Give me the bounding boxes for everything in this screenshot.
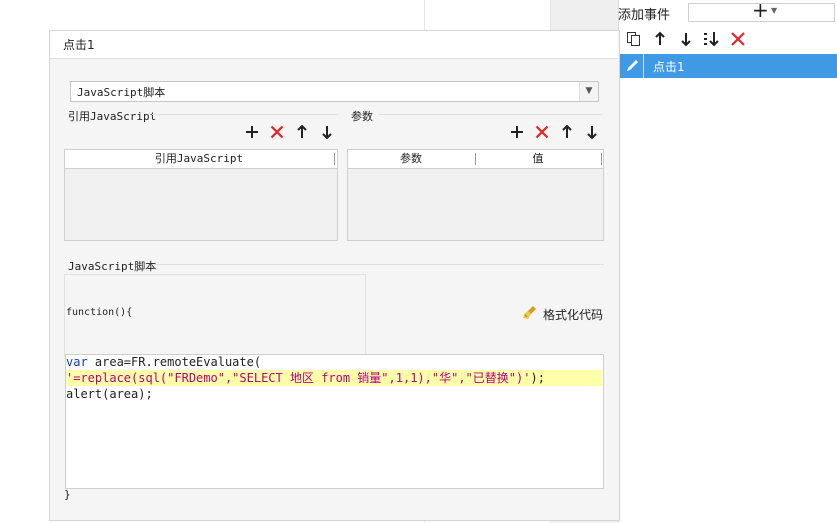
move-down-param-button[interactable] [584,125,600,143]
divider [152,264,604,265]
params-section-label: 参数 [351,110,373,123]
event-panel [618,0,837,523]
code-line: alert(area); [66,386,153,402]
divider [379,114,602,115]
code-text: ); [530,371,545,385]
event-list-item[interactable] [619,54,837,78]
code-keyword: var [66,355,88,369]
code-line: '=replace(sql("FRDemo","SELECT 地区 from 销… [66,370,545,386]
broom-icon[interactable] [522,305,540,321]
add-ref-js-button[interactable] [244,125,260,143]
pencil-icon [625,58,640,73]
ref-js-table[interactable]: 引用JavaScript [64,149,338,241]
divider [334,153,335,165]
dialog-header [50,31,618,59]
delete-param-button[interactable] [534,125,550,143]
arrow-down-icon[interactable] [679,31,693,51]
move-down-ref-js-button[interactable] [319,125,335,143]
table-header: 引用JavaScript [65,150,337,169]
code-text: area=FR.remoteEvaluate( [87,355,262,369]
script-type-select-value: JavaScript脚本 [77,86,166,99]
divider [601,153,602,165]
move-bottom-icon[interactable] [703,31,721,51]
code-line: var area=FR.remoteEvaluate( [66,354,261,370]
column-header-param[interactable]: 参数 [348,150,474,168]
delete-icon[interactable] [730,31,746,51]
script-section-label: JavaScript脚本 [68,260,157,273]
divider [152,114,338,115]
params-table[interactable]: 参数 值 [347,149,604,241]
table-header: 参数 值 [348,150,603,169]
arrow-up-icon[interactable] [653,31,667,51]
ref-js-section-label: 引用JavaScript [68,110,157,123]
chevron-down-icon[interactable]: ▼ [579,82,598,101]
add-event-button[interactable]: + [752,0,769,21]
column-header-ref-js[interactable]: 引用JavaScript [65,150,333,168]
copy-icon[interactable] [626,31,642,51]
code-string: '=replace(sql("FRDemo","SELECT 地区 from 销… [66,371,531,385]
delete-ref-js-button[interactable] [269,125,285,143]
event-list-item-label: 点击1 [653,60,685,74]
format-code-button[interactable]: 格式化代码 [543,306,603,323]
code-text: alert(area); [66,387,153,401]
add-param-button[interactable] [509,125,525,143]
add-event-label: 添加事件 [618,8,671,23]
move-up-ref-js-button[interactable] [294,124,310,143]
move-up-param-button[interactable] [559,124,575,143]
function-close-text: } [64,488,71,501]
function-head-text: function(){ [66,307,133,318]
column-header-value[interactable]: 值 [476,150,600,168]
dialog-title: 点击1 [63,38,95,52]
chevron-down-icon[interactable]: ▼ [771,6,777,15]
divider [643,54,644,78]
